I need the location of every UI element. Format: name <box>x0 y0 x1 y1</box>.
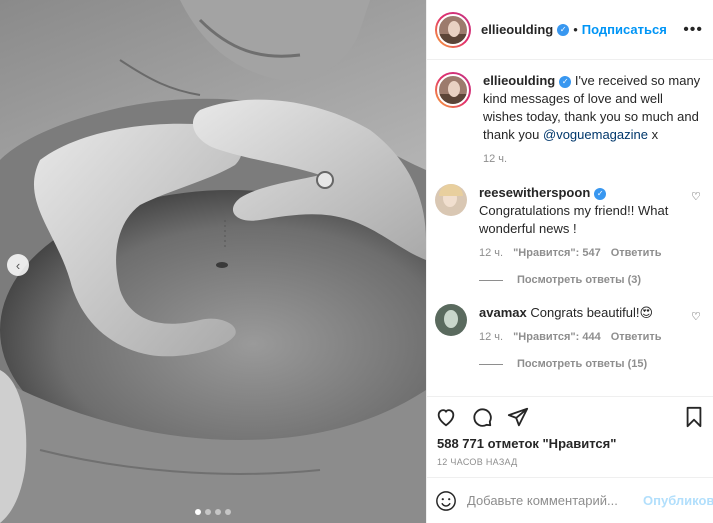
instagram-post-modal: ‹ ellieoulding ✓ • Подписаться ••• ellie… <box>0 0 713 523</box>
verified-icon: ✓ <box>557 23 570 36</box>
comment-item: avamax Congrats beautiful!😍 12 ч. "Нрави… <box>435 304 703 346</box>
view-replies-button[interactable]: Посмотреть ответы (15) <box>479 358 703 370</box>
comment-likes[interactable]: "Нравится": 444 <box>513 328 601 346</box>
likes-count[interactable]: 588 771 отметок "Нравится" <box>427 436 713 451</box>
bookmark-icon[interactable] <box>683 406 705 428</box>
comment-text: Congratulations my friend!! What wonderf… <box>479 203 669 236</box>
comment-time[interactable]: 12 ч. <box>479 244 503 262</box>
comment-like-heart-icon[interactable]: ♡ <box>691 190 703 203</box>
caption: ellieoulding ✓ I've received so many kind… <box>435 72 703 168</box>
photo-carousel-dots <box>0 509 426 515</box>
comment-time[interactable]: 12 ч. <box>479 328 503 346</box>
post-header: ellieoulding ✓ • Подписаться ••• <box>427 0 713 60</box>
comment-composer: Опубликовать <box>427 477 713 523</box>
publish-button[interactable]: Опубликовать <box>643 493 713 508</box>
carousel-dot <box>225 509 231 515</box>
comment-icon[interactable] <box>471 406 493 428</box>
caption-avatar[interactable] <box>435 72 471 108</box>
comment-text: Congrats beautiful! <box>530 305 640 320</box>
comment-avatar[interactable] <box>435 304 467 336</box>
previous-photo-button[interactable]: ‹ <box>7 254 29 276</box>
pregnancy-photo <box>0 0 426 523</box>
caption-time[interactable]: 12 ч. <box>483 150 507 168</box>
heart-icon[interactable] <box>435 406 457 428</box>
caption-suffix: x <box>647 127 659 142</box>
reply-button[interactable]: Ответить <box>611 328 662 346</box>
reply-button[interactable]: Ответить <box>611 244 662 262</box>
carousel-dot <box>215 509 221 515</box>
view-replies-label: Посмотреть ответы (3) <box>517 274 642 286</box>
carousel-dot <box>205 509 211 515</box>
comment-avatar[interactable] <box>435 184 467 216</box>
comment-author[interactable]: reesewitherspoon <box>479 185 590 200</box>
verified-icon: ✓ <box>559 75 572 88</box>
post-side-panel: ellieoulding ✓ • Подписаться ••• ellieou… <box>426 0 713 523</box>
comment-item: reesewitherspoon ✓ Congratulations my fri… <box>435 184 703 262</box>
carousel-dot <box>195 509 201 515</box>
caption-author[interactable]: ellieoulding <box>483 73 555 88</box>
post-actions <box>427 396 713 436</box>
post-photo[interactable]: ‹ <box>0 0 426 523</box>
view-replies-label: Посмотреть ответы (15) <box>517 358 648 370</box>
mention-link[interactable]: @voguemagazine <box>543 127 648 142</box>
more-options-button[interactable]: ••• <box>683 21 703 39</box>
comment-like-heart-icon[interactable]: ♡ <box>691 310 703 323</box>
smiley-icon[interactable] <box>435 490 457 512</box>
post-timestamp[interactable]: 12 ЧАСОВ НАЗАД <box>427 451 713 477</box>
comment-input[interactable] <box>467 493 643 508</box>
follow-button[interactable]: Подписаться <box>582 22 667 37</box>
verified-icon: ✓ <box>594 187 607 200</box>
share-icon[interactable] <box>507 406 529 428</box>
chevron-left-icon: ‹ <box>15 257 21 273</box>
emoji-heart-eyes: 😍 <box>639 305 654 320</box>
author-username[interactable]: ellieoulding <box>481 22 553 37</box>
separator-dot: • <box>573 22 578 37</box>
comment-author[interactable]: avamax <box>479 305 527 320</box>
comments-list: ellieoulding ✓ I've received so many kind… <box>427 60 713 396</box>
view-replies-button[interactable]: Посмотреть ответы (3) <box>479 274 703 286</box>
author-avatar[interactable] <box>435 11 471 48</box>
comment-likes[interactable]: "Нравится": 547 <box>513 244 601 262</box>
